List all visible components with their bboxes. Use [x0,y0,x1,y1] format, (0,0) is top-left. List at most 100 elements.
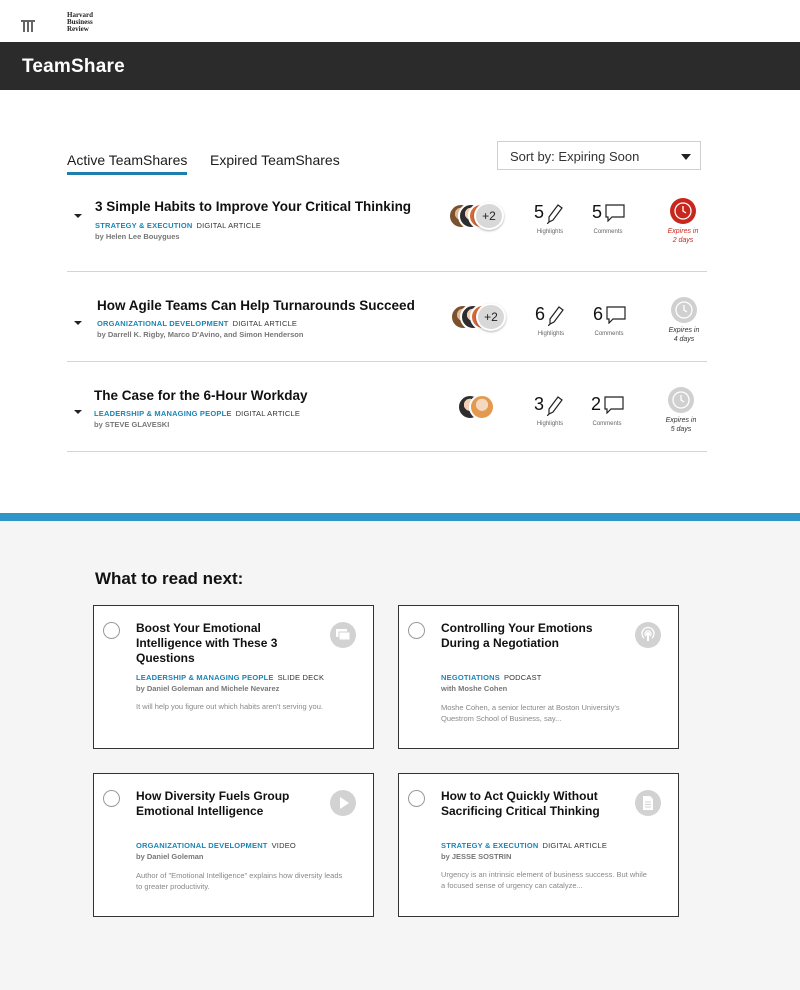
expiry-indicator: Expires in 2 days [658,198,708,245]
expiry-indicator: Expires in 5 days [656,387,706,434]
recommendation-card[interactable]: How Diversity Fuels Group Emotional Inte… [93,773,374,917]
comments-stat[interactable]: 5 Comments [592,202,632,242]
comments-label: Comments [594,331,624,337]
expiry-text: Expires in 5 days [665,417,697,433]
content-type: Digital Article [235,409,301,418]
card-title[interactable]: How Diversity Fuels Group Emotional Inte… [136,789,316,819]
section-divider [0,513,800,521]
clock-icon [670,198,696,224]
article-authors: by Darrell K. Rigby, Marco D'Avino, and … [97,330,304,339]
recommendation-card[interactable]: How to Act Quickly Without Sacrificing C… [398,773,679,917]
expiry-text: Expires in 4 days [668,327,700,343]
article-icon [635,790,661,816]
hbr-logo[interactable]: Harvard Business Review [67,12,111,33]
article-title[interactable]: 3 Simple Habits to Improve Your Critical… [95,199,411,214]
highlights-stat[interactable]: 6 Highlights [535,304,575,344]
expiry-indicator: Expires in 4 days [659,297,709,344]
member-avatars[interactable]: +2 [448,202,508,231]
comment-icon [605,204,625,222]
comments-count: 6 [593,304,604,324]
comments-label: Comments [593,229,623,235]
page-title: TeamShare [22,56,125,77]
article-title[interactable]: The Case for the 6-Hour Workday [94,388,308,403]
expiry-text: Expires in 2 days [667,228,699,244]
pencil-icon [547,204,563,224]
video-play-icon [330,790,356,816]
card-title[interactable]: Boost Your Emotional Intelligence with T… [136,621,316,666]
highlights-count: 5 [534,202,545,222]
content-type: Video [271,841,296,850]
card-meta: Strategy & Execution Digital Article [441,841,607,850]
pencil-icon [547,396,563,416]
highlights-label: Highlights [537,331,565,337]
comments-label: Comments [592,421,622,427]
recommendations-heading: What to read next: [95,569,244,588]
teamshare-row: How Agile Teams Can Help Turnarounds Suc… [67,272,707,362]
highlights-stat[interactable]: 3 Highlights [534,394,574,434]
article-title[interactable]: How Agile Teams Can Help Turnarounds Suc… [97,298,415,313]
app-header: TeamShare [0,42,800,90]
recommendation-card[interactable]: Boost Your Emotional Intelligence with T… [93,605,374,749]
select-radio[interactable] [103,790,120,807]
card-snippet: Author of "Emotional Intelligence" expla… [136,871,343,891]
article-authors: by Helen Lee Bouygues [95,232,180,241]
expand-caret-icon[interactable] [74,321,82,325]
article-meta: Organizational Development Digital Articl… [97,319,297,328]
card-snippet: Moshe Cohen, a senior lecturer at Boston… [441,703,620,723]
topic-link[interactable]: Leadership & Managing People [94,409,232,418]
select-radio[interactable] [103,622,120,639]
topic-link[interactable]: Strategy & Execution [95,221,192,230]
comments-stat[interactable]: 6 Comments [593,304,633,344]
card-author: with Moshe Cohen [441,684,508,693]
comments-stat[interactable]: 2 Comments [591,394,631,434]
card-author: by JESSE SOSTRIN [441,852,512,861]
content-type: Digital Article [196,221,262,230]
recommendations-section [0,521,800,990]
tab-active-teamshares[interactable]: Active TeamShares [67,152,188,175]
content-type: Digital Article [232,319,298,328]
comments-count: 5 [592,202,603,222]
card-title[interactable]: Controlling Your Emotions During a Negot… [441,621,621,651]
comment-icon [604,396,624,414]
content-type: Digital Article [542,841,608,850]
tab-expired-teamshares[interactable]: Expired TeamShares [210,152,340,168]
podcast-icon [635,622,661,648]
highlights-label: Highlights [536,421,564,427]
expand-caret-icon[interactable] [74,410,82,414]
article-authors: by STEVE GLAVESKI [94,420,170,429]
card-snippet: It will help you figure out which habits… [136,702,323,711]
topic-link[interactable]: Negotiations [441,673,500,682]
topic-link[interactable]: Strategy & Execution [441,841,538,850]
card-meta: Organizational Development Video [136,841,296,850]
topic-link[interactable]: Organizational Development [97,319,229,328]
highlights-label: Highlights [536,229,564,235]
avatar [469,394,495,420]
recommendation-card[interactable]: Controlling Your Emotions During a Negot… [398,605,679,749]
select-radio[interactable] [408,622,425,639]
hbr-monogram-icon[interactable] [21,20,35,32]
comments-count: 2 [591,394,602,414]
sort-dropdown[interactable]: Sort by: Expiring Soon [497,141,701,170]
expand-caret-icon[interactable] [74,214,82,218]
topic-link[interactable]: Organizational Development [136,841,268,850]
content-type: Podcast [503,673,542,682]
caret-down-icon [681,154,691,160]
article-meta: Leadership & Managing People Digital Arti… [94,409,300,418]
card-author: by Daniel Goleman [136,852,204,861]
card-snippet: Urgency is an intrinsic element of busin… [441,870,647,890]
teamshare-row: The Case for the 6-Hour Workday Leadersh… [67,362,707,452]
highlights-stat[interactable]: 5 Highlights [534,202,574,242]
more-members-badge: +2 [474,202,504,230]
highlights-count: 3 [534,394,545,414]
member-avatars[interactable]: +2 [450,303,510,332]
sort-dropdown-label: Sort by: Expiring Soon [510,149,640,164]
highlights-count: 6 [535,304,546,324]
member-avatars[interactable] [457,394,517,422]
card-title[interactable]: How to Act Quickly Without Sacrificing C… [441,789,621,819]
clock-icon [668,387,694,413]
content-type: Slide Deck [277,673,325,682]
teamshare-row: 3 Simple Habits to Improve Your Critical… [67,182,707,272]
select-radio[interactable] [408,790,425,807]
topic-link[interactable]: Leadership & Managing People [136,673,274,682]
more-members-badge: +2 [476,303,506,331]
